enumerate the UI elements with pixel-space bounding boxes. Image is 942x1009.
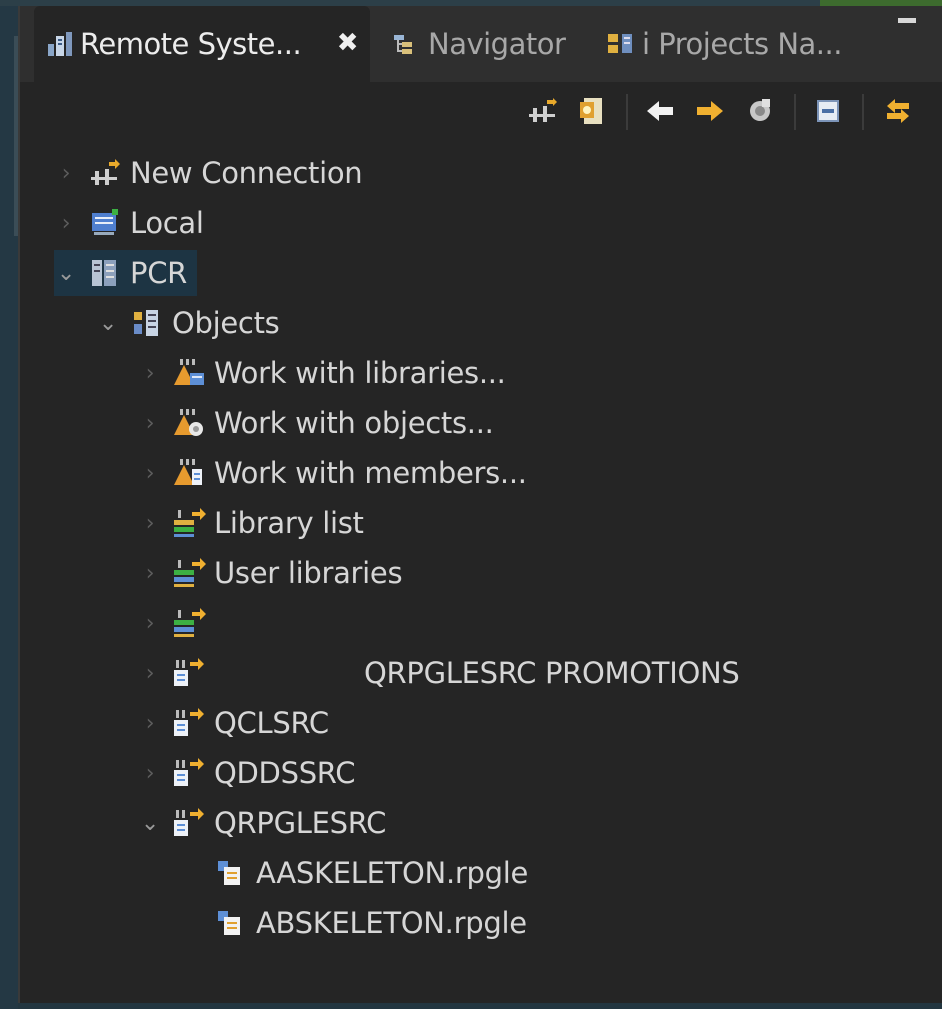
tree-item-filter[interactable]: ›: [138, 600, 214, 646]
chevron-right-icon[interactable]: ›: [138, 761, 162, 786]
tab-label: Remote Syste...: [80, 27, 302, 61]
tree-item-label: Work with objects...: [214, 406, 494, 440]
i-projects-icon: [606, 31, 636, 57]
source-filter-icon: [172, 656, 206, 690]
source-filter-icon: [172, 756, 206, 790]
new-connection-icon: [88, 156, 122, 190]
tree-item-qddssrc[interactable]: › QDDSSRC: [138, 750, 356, 796]
left-editor-edge: [0, 6, 18, 1009]
chevron-right-icon[interactable]: ›: [54, 161, 78, 186]
tree-item-aaskeleton[interactable]: AASKELETON.rpgle: [214, 850, 528, 896]
tree-item-label: User libraries: [214, 556, 403, 590]
tree-item-label: QRPGLESRC: [214, 806, 387, 840]
user-libraries-icon: [172, 556, 206, 590]
filter-icon: [172, 606, 206, 640]
tree-item-label: New Connection: [130, 156, 363, 190]
tree-item-source-filter-promotions[interactable]: › QRPGLESRC PROMOTIONS: [138, 650, 740, 696]
toolbar-separator: [626, 94, 628, 130]
tab-label: Navigator: [428, 27, 566, 61]
library-list-icon: [172, 506, 206, 540]
tree-item-label: Work with members...: [214, 456, 527, 490]
tree-item-library-list[interactable]: › Library list: [138, 500, 364, 546]
tree-item-abskeleton[interactable]: ABSKELETON.rpgle: [214, 900, 527, 946]
chevron-right-icon[interactable]: ›: [138, 611, 162, 636]
tree-item-label: ABSKELETON.rpgle: [256, 906, 527, 940]
chevron-right-icon[interactable]: ›: [138, 511, 162, 536]
objects-subsystem-icon: [130, 306, 164, 340]
tree-item-label: Work with libraries...: [214, 356, 506, 390]
tree-item-label: QCLSRC: [214, 706, 329, 740]
tab-label: i Projects Na...: [642, 27, 842, 61]
tree-item-label: PCR: [130, 256, 187, 290]
chevron-right-icon[interactable]: ›: [138, 361, 162, 386]
new-connection-icon[interactable]: [526, 96, 558, 126]
chevron-right-icon[interactable]: ›: [138, 411, 162, 436]
tree-item-label: AASKELETON.rpgle: [256, 856, 529, 890]
view-tab-bar: Remote Syste... ✖ Navigator i Projects N…: [20, 6, 942, 82]
member-file-icon: [214, 856, 248, 890]
import-icon[interactable]: [576, 96, 608, 126]
tree-item-local[interactable]: › Local: [54, 200, 204, 246]
tab-remote-systems[interactable]: Remote Syste... ✖: [34, 6, 370, 82]
refresh-icon[interactable]: [744, 96, 776, 126]
remote-systems-view: Remote Syste... ✖ Navigator i Projects N…: [18, 6, 942, 1003]
source-filter-icon: [172, 706, 206, 740]
tree-item-qclsrc[interactable]: › QCLSRC: [138, 700, 329, 746]
chevron-right-icon[interactable]: ›: [54, 211, 78, 236]
tree-item-work-with-libraries[interactable]: › Work with libraries...: [138, 350, 506, 396]
chevron-right-icon[interactable]: ›: [138, 661, 162, 686]
tree-item-pcr[interactable]: ⌄ PCR: [54, 250, 197, 296]
tree-item-label: Library list: [214, 506, 364, 540]
remote-systems-icon: [46, 30, 74, 58]
view-toolbar: [20, 82, 942, 142]
tree-item-work-with-objects[interactable]: › Work with objects...: [138, 400, 494, 446]
chevron-down-icon[interactable]: ⌄: [96, 311, 120, 336]
link-with-editor-icon[interactable]: [882, 96, 914, 126]
minimize-view-button[interactable]: [898, 18, 916, 23]
tree-item-objects[interactable]: ⌄ Objects: [96, 300, 280, 346]
tab-i-projects[interactable]: i Projects Na...: [594, 6, 842, 82]
work-with-objects-icon: [172, 406, 206, 440]
chevron-down-icon[interactable]: ⌄: [138, 811, 162, 836]
toolbar-separator: [862, 94, 864, 130]
tree-item-qrpglesrc[interactable]: ⌄ QRPGLESRC: [138, 800, 386, 846]
chevron-right-icon[interactable]: ›: [138, 561, 162, 586]
work-with-members-icon: [172, 456, 206, 490]
tree-item-label: QDDSSRC: [214, 756, 356, 790]
member-file-icon: [214, 906, 248, 940]
tree-item-label: Objects: [172, 306, 280, 340]
tree-item-label: Local: [130, 206, 204, 240]
tree-item-label: QRPGLESRC PROMOTIONS: [364, 656, 740, 690]
collapse-all-icon[interactable]: [812, 96, 844, 126]
tree-item-user-libraries[interactable]: › User libraries: [138, 550, 403, 596]
work-with-libraries-icon: [172, 356, 206, 390]
back-arrow-icon[interactable]: [644, 96, 676, 126]
source-filter-icon: [172, 806, 206, 840]
navigator-icon: [392, 32, 422, 56]
tree-item-work-with-members[interactable]: › Work with members...: [138, 450, 527, 496]
system-icon: [88, 256, 122, 290]
tab-navigator[interactable]: Navigator: [380, 6, 566, 82]
chevron-down-icon[interactable]: ⌄: [54, 261, 78, 286]
tree-item-new-connection[interactable]: › New Connection: [54, 150, 363, 196]
toolbar-separator: [794, 94, 796, 130]
local-icon: [88, 206, 122, 240]
close-tab-icon[interactable]: ✖: [337, 28, 359, 58]
chevron-right-icon[interactable]: ›: [138, 711, 162, 736]
forward-arrow-icon[interactable]: [694, 96, 726, 126]
chevron-right-icon[interactable]: ›: [138, 461, 162, 486]
